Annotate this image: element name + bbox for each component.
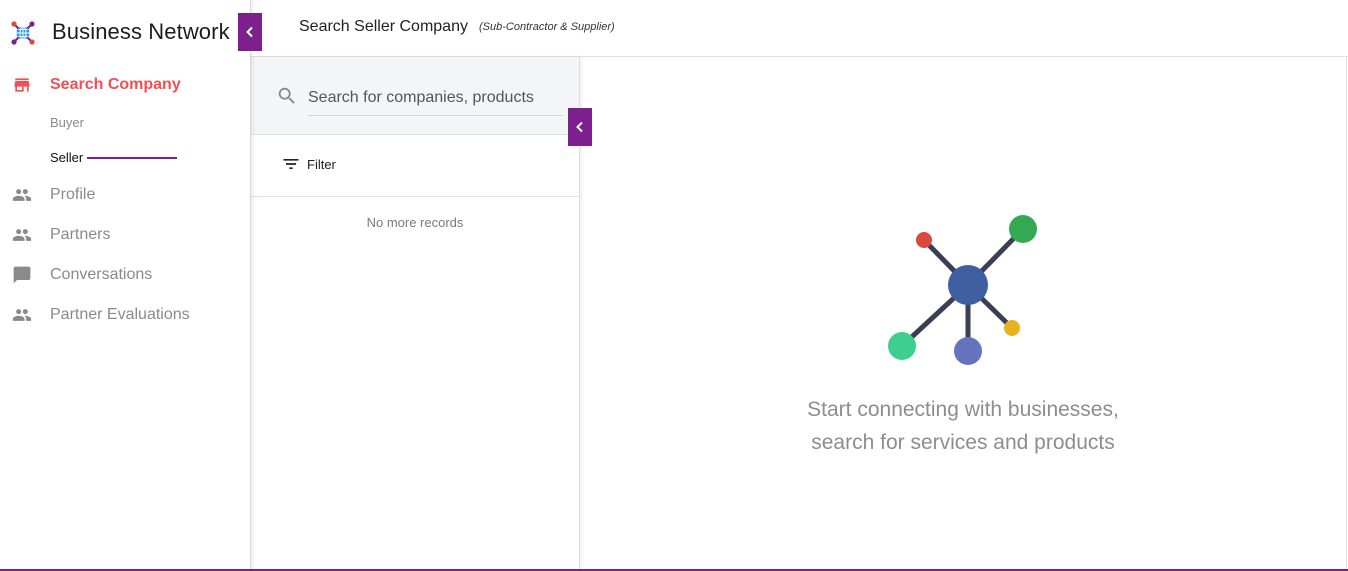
search-input[interactable]	[308, 81, 563, 116]
sidebar-item-label: Search Company	[50, 76, 181, 93]
chat-icon	[12, 265, 32, 285]
chevron-left-icon	[576, 121, 583, 133]
brand: Business Network	[10, 18, 230, 48]
business-network-logo-icon	[11, 21, 35, 45]
filter-icon	[283, 159, 299, 169]
sidebar-item-label: Partner Evaluations	[50, 306, 190, 323]
people-icon	[12, 305, 32, 325]
store-icon	[12, 75, 32, 95]
sidebar-item-partners[interactable]: Partners	[0, 220, 250, 250]
node-teal	[888, 332, 916, 360]
company-list-panel: Filter No more records	[251, 57, 580, 571]
page-header: Search Seller Company (Sub-Contractor & …	[250, 0, 1348, 57]
sidebar-item-label: Conversations	[50, 266, 153, 283]
empty-state-text: Start connecting with businesses, search…	[580, 393, 1346, 459]
people-icon	[12, 185, 32, 205]
app-title: Business Network	[52, 19, 230, 44]
no-records-message: No more records	[366, 215, 464, 230]
empty-state-line-1: Start connecting with businesses,	[807, 398, 1119, 421]
search-icon	[278, 87, 295, 104]
sidebar-item-label: Partners	[50, 226, 111, 243]
filter-row: Filter	[251, 135, 579, 197]
node-hub	[948, 265, 988, 305]
node-purple	[954, 337, 982, 365]
network-illustration-icon	[888, 215, 1037, 365]
sidebar: Business Network Search Company Buyer Se…	[0, 0, 251, 571]
page-subtitle: (Sub-Contractor & Supplier)	[479, 21, 615, 33]
sidebar-item-partner-evaluations[interactable]: Partner Evaluations	[0, 300, 250, 330]
sidebar-collapse-button[interactable]	[238, 13, 262, 51]
active-subitem-indicator	[87, 157, 177, 159]
sidebar-subitem-buyer[interactable]: Buyer	[50, 115, 84, 130]
filter-label: Filter	[307, 156, 336, 172]
sidebar-subitem-seller[interactable]: Seller	[50, 150, 83, 165]
main-content: Start connecting with businesses, search…	[580, 57, 1347, 571]
empty-state-line-2: search for services and products	[811, 431, 1115, 454]
list-panel-collapse-button[interactable]	[568, 108, 592, 146]
sidebar-item-label: Profile	[50, 186, 96, 203]
people-icon	[12, 225, 32, 245]
sidebar-item-profile[interactable]: Profile	[0, 180, 250, 210]
node-yellow	[1004, 320, 1020, 336]
node-green	[1009, 215, 1037, 243]
node-red	[916, 232, 932, 248]
sidebar-item-search-company[interactable]: Search Company	[0, 70, 250, 100]
page-title: Search Seller Company	[299, 18, 468, 35]
chevron-left-icon	[246, 26, 253, 38]
filter-button[interactable]: Filter	[281, 153, 336, 175]
sidebar-item-conversations[interactable]: Conversations	[0, 260, 250, 290]
search-box	[251, 57, 579, 135]
